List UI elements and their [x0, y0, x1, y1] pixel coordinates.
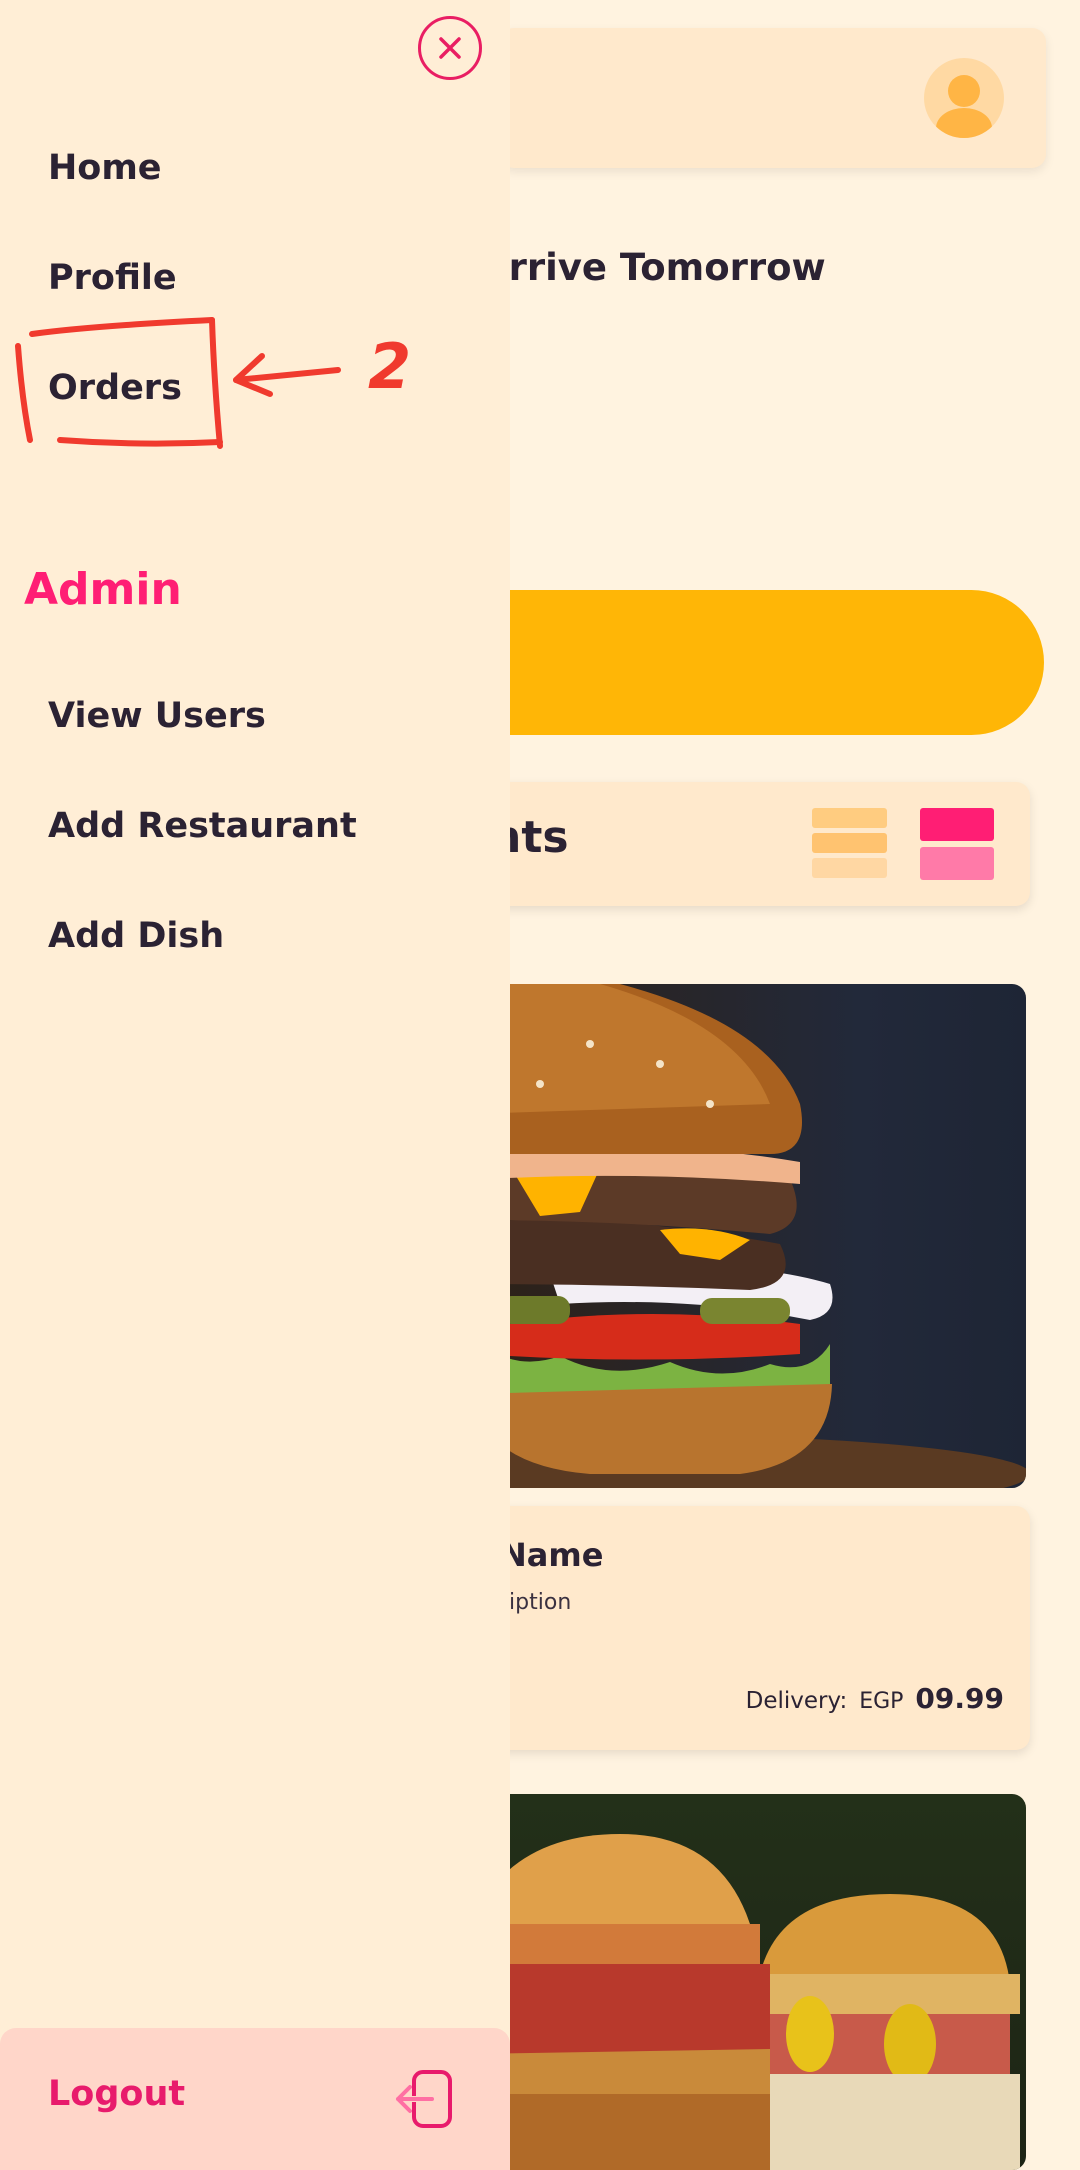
delivery-banner-text: Arrive Tomorrow [480, 246, 826, 289]
logout-label[interactable]: Logout [48, 2074, 185, 2114]
delivery-fee: Delivery: EGP 09.99 [746, 1682, 1004, 1715]
nav-item-profile[interactable]: Profile [48, 258, 177, 298]
primary-action-button[interactable] [470, 590, 1044, 735]
grid-view-icon[interactable] [920, 808, 994, 882]
nav-item-orders[interactable]: Orders [48, 368, 182, 408]
side-drawer: Home Profile Orders Admin View Users Add… [0, 0, 510, 2170]
user-avatar-icon[interactable] [924, 58, 1004, 138]
nav-item-add-restaurant[interactable]: Add Restaurant [48, 806, 357, 846]
restaurant-description: ription [500, 1590, 572, 1615]
nav-item-view-users[interactable]: View Users [48, 696, 266, 736]
restaurant-image[interactable] [470, 1794, 1026, 2170]
close-icon [439, 37, 461, 59]
nav-item-add-dish[interactable]: Add Dish [48, 916, 224, 956]
delivery-label: Delivery: [745, 1688, 848, 1714]
admin-section-heading: Admin [24, 564, 182, 615]
delivery-value: 09.99 [915, 1682, 1004, 1715]
restaurant-image[interactable] [470, 984, 1026, 1488]
list-view-icon[interactable] [812, 808, 887, 882]
restaurant-name: Name [500, 1536, 604, 1574]
delivery-currency: EGP [859, 1689, 904, 1714]
close-button[interactable] [418, 16, 482, 80]
nav-item-home[interactable]: Home [48, 148, 162, 188]
logout-icon[interactable] [392, 2066, 458, 2132]
